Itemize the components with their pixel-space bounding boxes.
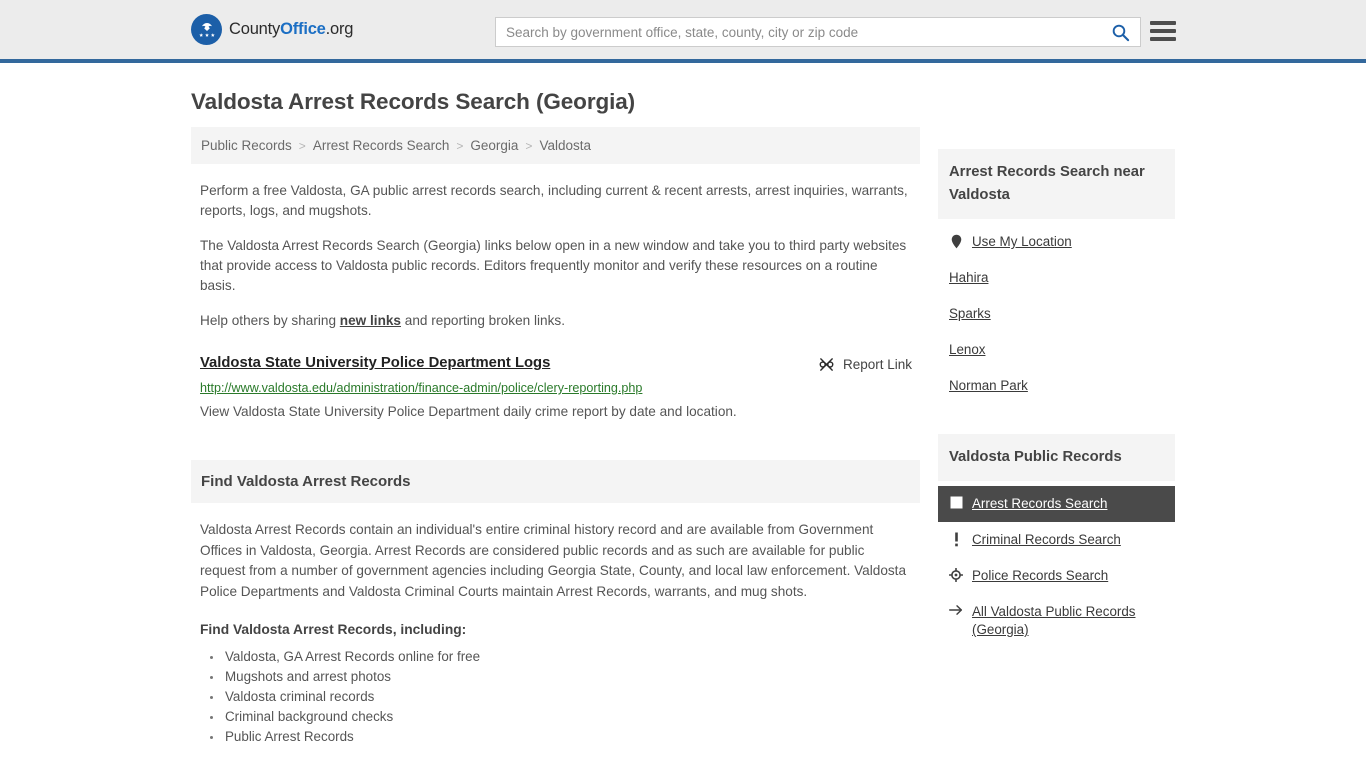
breadcrumb-item-georgia[interactable]: Georgia bbox=[470, 138, 518, 153]
broken-link-icon bbox=[819, 358, 834, 371]
sidebar-public-records-list: Arrest Records Search Criminal Records S… bbox=[938, 486, 1175, 648]
sidebar-item-hahira[interactable]: Hahira bbox=[938, 260, 1175, 296]
page-title: Valdosta Arrest Records Search (Georgia) bbox=[191, 89, 636, 114]
document-square-icon bbox=[949, 496, 963, 509]
sidebar-item-police-records-search[interactable]: Police Records Search bbox=[938, 558, 1175, 594]
sidebar-panel-public-records: Valdosta Public Records Arrest Records S… bbox=[938, 434, 1175, 648]
sidebar-item-label: Lenox bbox=[949, 342, 986, 357]
breadcrumb-item-public-records[interactable]: Public Records bbox=[201, 138, 292, 153]
search-button[interactable] bbox=[1100, 18, 1140, 46]
section-subheading: Find Valdosta Arrest Records, including: bbox=[200, 622, 467, 637]
intro-paragraph-1: Perform a free Valdosta, GA public arres… bbox=[200, 183, 908, 218]
search-input[interactable] bbox=[496, 18, 1100, 46]
arrow-right-icon bbox=[949, 604, 963, 616]
sidebar-public-records-heading: Valdosta Public Records bbox=[949, 449, 1122, 465]
result-item: Valdosta State University Police Departm… bbox=[200, 355, 920, 421]
intro-paragraph-2: The Valdosta Arrest Records Search (Geor… bbox=[200, 238, 907, 293]
sidebar-item-lenox[interactable]: Lenox bbox=[938, 332, 1175, 368]
logo-text-office: Office bbox=[280, 20, 326, 38]
list-item: Criminal background checks bbox=[223, 707, 920, 727]
sidebar-item-label: Arrest Records Search bbox=[972, 496, 1108, 511]
search-bar[interactable] bbox=[495, 17, 1141, 47]
sidebar-item-norman-park[interactable]: Norman Park bbox=[938, 368, 1175, 404]
breadcrumb: Public Records > Arrest Records Search >… bbox=[191, 127, 920, 164]
logo-text-county: County bbox=[229, 20, 281, 38]
logo-text-org: .org bbox=[325, 20, 354, 38]
intro-p3-after: and reporting broken links. bbox=[401, 313, 565, 328]
sidebar-nearby-list: Use My Location Hahira Sparks Lenox Norm… bbox=[938, 224, 1175, 404]
logo-wordmark: CountyOffice.org bbox=[229, 20, 353, 39]
report-link-label: Report Link bbox=[842, 357, 912, 372]
result-header: Valdosta State University Police Departm… bbox=[200, 355, 920, 373]
result-description: View Valdosta State University Police De… bbox=[200, 404, 737, 419]
sidebar-item-all-public-records[interactable]: All Valdosta Public Records (Georgia) bbox=[938, 594, 1175, 648]
hamburger-bar bbox=[1150, 37, 1176, 41]
breadcrumb-separator: > bbox=[525, 138, 533, 153]
sidebar-nearby-heading: Arrest Records Search near Valdosta bbox=[949, 164, 1145, 203]
list-item: Valdosta criminal records bbox=[223, 687, 920, 707]
intro-text: Perform a free Valdosta, GA public arres… bbox=[191, 181, 920, 331]
list-item: Valdosta, GA Arrest Records online for f… bbox=[223, 647, 920, 667]
sidebar-public-records-header: Valdosta Public Records bbox=[938, 434, 1175, 481]
result-url[interactable]: http://www.valdosta.edu/administration/f… bbox=[200, 381, 920, 395]
breadcrumb-separator: > bbox=[298, 138, 306, 153]
site-header: CountyOffice.org bbox=[0, 0, 1366, 63]
intro-p3-before: Help others by sharing bbox=[200, 313, 340, 328]
section-heading: Find Valdosta Arrest Records bbox=[201, 473, 411, 490]
section-body: Valdosta Arrest Records contain an indiv… bbox=[191, 520, 920, 747]
list-item: Mugshots and arrest photos bbox=[223, 667, 920, 687]
police-badge-icon bbox=[949, 568, 963, 582]
sidebar-item-criminal-records-search[interactable]: Criminal Records Search bbox=[938, 522, 1175, 558]
new-links-link[interactable]: new links bbox=[340, 313, 401, 328]
sidebar: Arrest Records Search near Valdosta Use … bbox=[938, 127, 1175, 648]
sidebar-item-arrest-records-search[interactable]: Arrest Records Search bbox=[938, 486, 1175, 522]
sidebar-item-label: Criminal Records Search bbox=[972, 532, 1121, 547]
section-header: Find Valdosta Arrest Records bbox=[191, 460, 920, 503]
sidebar-item-label: Sparks bbox=[949, 306, 991, 321]
hamburger-bar bbox=[1150, 29, 1176, 33]
hamburger-menu-icon[interactable] bbox=[1150, 18, 1176, 44]
sidebar-item-sparks[interactable]: Sparks bbox=[938, 296, 1175, 332]
sidebar-item-label: Norman Park bbox=[949, 378, 1028, 393]
search-icon bbox=[1112, 24, 1129, 41]
sidebar-nearby-header: Arrest Records Search near Valdosta bbox=[938, 149, 1175, 219]
section-bullet-list: Valdosta, GA Arrest Records online for f… bbox=[223, 647, 920, 747]
sidebar-item-label: All Valdosta Public Records (Georgia) bbox=[972, 604, 1136, 637]
section-paragraph: Valdosta Arrest Records contain an indiv… bbox=[200, 522, 907, 599]
sidebar-panel-nearby: Arrest Records Search near Valdosta Use … bbox=[938, 149, 1175, 404]
intro-paragraph-3: Help others by sharing new links and rep… bbox=[200, 311, 912, 331]
main-content: Public Records > Arrest Records Search >… bbox=[191, 127, 920, 747]
exclamation-icon bbox=[949, 532, 963, 547]
sidebar-item-use-my-location[interactable]: Use My Location bbox=[938, 224, 1175, 260]
report-link-button[interactable]: Report Link bbox=[818, 356, 912, 373]
breadcrumb-item-valdosta: Valdosta bbox=[539, 138, 591, 153]
sidebar-item-label: Use My Location bbox=[972, 234, 1072, 249]
breadcrumb-separator: > bbox=[456, 138, 464, 153]
sidebar-item-label: Police Records Search bbox=[972, 568, 1109, 583]
map-pin-icon bbox=[949, 234, 963, 249]
content-columns: Public Records > Arrest Records Search >… bbox=[191, 127, 1175, 747]
eagle-shield-icon bbox=[191, 14, 222, 45]
result-title-link[interactable]: Valdosta State University Police Departm… bbox=[200, 355, 550, 371]
breadcrumb-item-arrest-records-search[interactable]: Arrest Records Search bbox=[313, 138, 450, 153]
list-item: Public Arrest Records bbox=[223, 727, 920, 747]
page-container: Valdosta Arrest Records Search (Georgia)… bbox=[0, 89, 1366, 747]
hamburger-bar bbox=[1150, 21, 1176, 25]
site-logo[interactable]: CountyOffice.org bbox=[191, 14, 353, 45]
sidebar-item-label: Hahira bbox=[949, 270, 989, 285]
